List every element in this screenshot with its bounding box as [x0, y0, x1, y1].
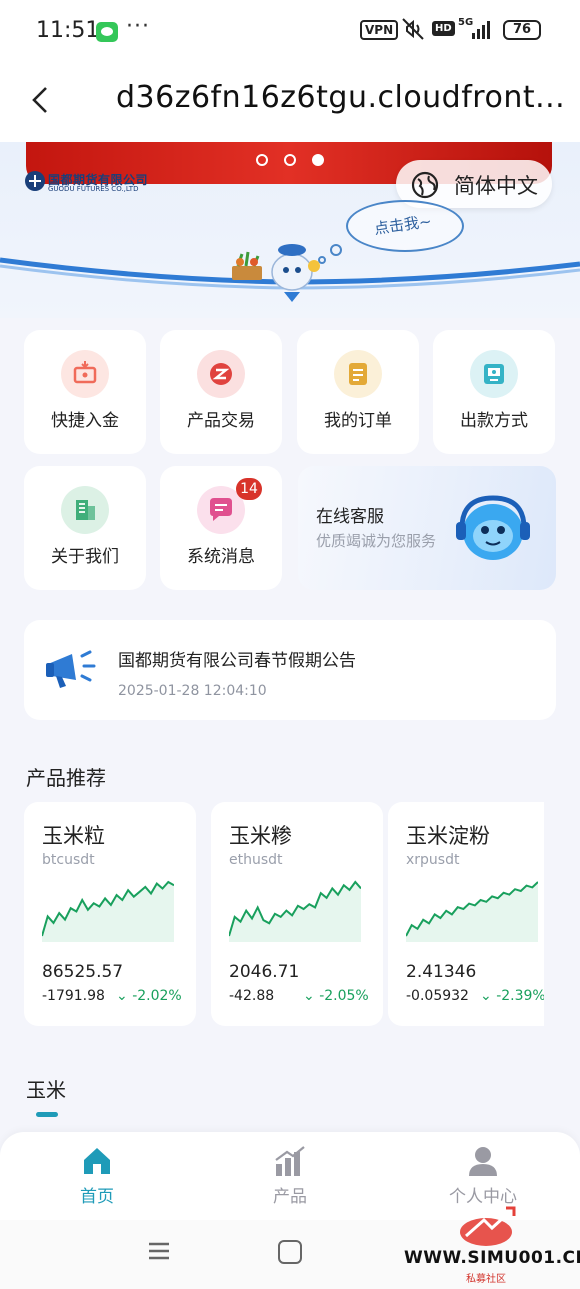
chevron-down-icon: ⌄ — [303, 988, 320, 1004]
carousel-dot[interactable] — [256, 154, 268, 166]
mute-icon — [400, 16, 426, 48]
nav-profile-label[interactable]: 个人中心 — [433, 1182, 533, 1207]
section-title-products: 产品推荐 — [26, 766, 106, 790]
signal-icon: 5G — [458, 16, 496, 42]
watermark-text: WWW.SIMU001.CN — [404, 1248, 580, 1268]
building-icon[interactable] — [61, 486, 109, 534]
page-url: d36z6fn16z6tgu.cloudfront... — [116, 80, 566, 115]
menu-label[interactable]: 产品交易 — [160, 406, 282, 431]
tab-underline — [36, 1112, 58, 1117]
product-percent: ⌄ -2.05% — [303, 988, 369, 1004]
recent-apps-icon[interactable] — [148, 1240, 170, 1262]
chevron-down-icon: ⌄ — [480, 988, 497, 1004]
section-title-category[interactable]: 玉米 — [26, 1074, 66, 1103]
product-percent-value: -2.02% — [132, 988, 182, 1004]
product-sparkline — [406, 881, 538, 942]
company-name-en: GUODU FUTURES CO.,LTD — [48, 185, 139, 193]
megaphone-icon — [42, 644, 102, 694]
product-percent-value: -2.39% — [496, 988, 544, 1004]
chevron-down-icon: ⌄ — [116, 988, 133, 1004]
service-subtitle: 优质竭诚为您服务 — [316, 532, 437, 550]
user-icon[interactable] — [466, 1144, 500, 1178]
product-price: 2.41346 — [406, 962, 477, 982]
mascot-illustration — [230, 232, 330, 304]
status-time: 11:51 — [36, 18, 100, 43]
product-percent: ⌄ -2.39% — [480, 988, 544, 1004]
vpn-indicator: VPN — [360, 20, 399, 40]
product-card[interactable]: 玉米粒 btcusdt 86525.57 -1791.98 ⌄ -2.02% — [24, 802, 196, 1026]
wallet-deposit-icon[interactable] — [61, 350, 109, 398]
menu-label[interactable]: 快捷入金 — [24, 406, 146, 431]
product-name: 玉米粒 — [42, 824, 105, 848]
announcement-time: 2025-01-28 12:04:10 — [118, 683, 267, 699]
product-price: 86525.57 — [42, 962, 124, 982]
nav-products-label[interactable]: 产品 — [240, 1182, 340, 1207]
support-headset-icon[interactable] — [450, 482, 536, 572]
announcement-title[interactable]: 国都期货有限公司春节假期公告 — [118, 646, 356, 671]
order-list-icon[interactable] — [334, 350, 382, 398]
product-symbol: xrpusdt — [406, 852, 460, 868]
menu-label[interactable]: 出款方式 — [433, 406, 555, 431]
menu-label[interactable]: 我的订单 — [297, 406, 419, 431]
language-label[interactable]: 简体中文 — [454, 170, 538, 200]
system-home-button[interactable] — [278, 1240, 302, 1264]
product-sparkline — [229, 880, 361, 942]
carousel-dot-active[interactable] — [312, 154, 324, 166]
product-price: 2046.71 — [229, 962, 300, 982]
withdraw-icon[interactable] — [470, 350, 518, 398]
wechat-icon — [96, 22, 118, 42]
product-change: -0.05932 — [406, 988, 469, 1004]
product-card[interactable]: 玉米淀粉 xrpusdt 2.41346 -0.05932 ⌄ -2.39% — [388, 802, 544, 1026]
product-percent-value: -2.05% — [319, 988, 369, 1004]
back-arrow-icon[interactable] — [26, 80, 56, 120]
company-logo-icon — [24, 170, 46, 192]
service-title[interactable]: 在线客服 — [316, 502, 384, 527]
nav-home-label[interactable]: 首页 — [47, 1182, 147, 1207]
product-name: 玉米糁 — [229, 824, 292, 848]
network-label: 5G — [458, 17, 473, 28]
more-notifications-icon: ··· — [126, 14, 150, 39]
battery-indicator: 76 — [503, 20, 541, 40]
product-name: 玉米淀粉 — [406, 824, 490, 848]
hd-indicator: HD — [432, 21, 455, 36]
watermark-subtitle: 私募社区 — [466, 1274, 506, 1285]
menu-label[interactable]: 关于我们 — [24, 542, 146, 567]
carousel-dot[interactable] — [284, 154, 296, 166]
product-change: -42.88 — [229, 988, 275, 1004]
trade-icon[interactable] — [197, 350, 245, 398]
menu-label[interactable]: 系统消息 — [160, 542, 282, 567]
product-carousel[interactable]: 玉米粒 btcusdt 86525.57 -1791.98 ⌄ -2.02% 玉… — [24, 802, 544, 1028]
product-symbol: ethusdt — [229, 852, 283, 868]
watermark-logo-icon — [456, 1206, 520, 1250]
home-icon[interactable] — [80, 1144, 114, 1178]
product-symbol: btcusdt — [42, 852, 95, 868]
chart-bars-icon[interactable] — [273, 1144, 307, 1178]
globe-icon[interactable] — [410, 170, 440, 200]
product-change: -1791.98 — [42, 988, 105, 1004]
product-percent: ⌄ -2.02% — [116, 988, 182, 1004]
product-sparkline — [42, 880, 174, 942]
unread-badge: 14 — [236, 478, 262, 500]
sparkline-area — [42, 882, 174, 942]
product-card[interactable]: 玉米糁 ethusdt 2046.71 -42.88 ⌄ -2.05% — [211, 802, 383, 1026]
